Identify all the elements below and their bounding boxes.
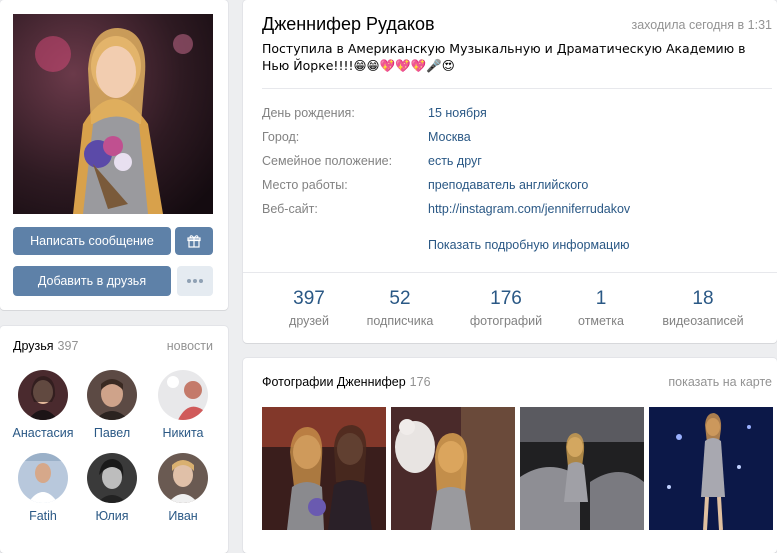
counter-videos[interactable]: 18 видеозаписей xyxy=(653,288,753,328)
show-more-info-link[interactable]: Показать подробную информацию xyxy=(428,238,630,252)
friend-name: Никита xyxy=(162,426,204,440)
photo-thumbnail[interactable] xyxy=(649,407,773,530)
avatar xyxy=(158,453,208,503)
counter-label: фотографий xyxy=(469,314,543,328)
friend-name: Fatih xyxy=(29,509,57,523)
photo-thumbnail[interactable] xyxy=(391,407,515,530)
friend-item[interactable]: Fatih xyxy=(8,453,78,523)
counter-label: друзей xyxy=(289,314,329,328)
photo-thumbnail[interactable] xyxy=(262,407,386,530)
avatar xyxy=(87,453,137,503)
send-message-button[interactable]: Написать сообщение xyxy=(13,227,171,255)
friend-name: Павел xyxy=(93,426,131,440)
send-message-label: Написать сообщение xyxy=(30,234,154,248)
info-label: Место работы: xyxy=(262,178,348,192)
counter-label: отметка xyxy=(578,314,624,328)
page-title: Дженнифер Рудаков xyxy=(262,14,435,34)
add-friend-label: Добавить в друзья xyxy=(37,274,147,288)
photos-header[interactable]: Фотографии Дженнифер 176 xyxy=(262,375,431,389)
info-row-work: Место работы: преподаватель английского xyxy=(262,178,762,196)
friend-name: Юлия xyxy=(95,509,129,523)
info-label: День рождения: xyxy=(262,106,355,120)
counter-number: 18 xyxy=(692,288,714,309)
info-value[interactable]: преподаватель английского xyxy=(428,178,588,192)
avatar xyxy=(87,370,137,420)
info-value[interactable]: http://instagram.com/jenniferrudakov xyxy=(428,202,630,216)
profile-card: Дженнифер Рудаков заходила сегодня в 1:3… xyxy=(243,0,777,343)
counter-friends[interactable]: 397 друзей xyxy=(278,288,340,328)
counter-number: 397 xyxy=(293,288,325,309)
avatar xyxy=(18,453,68,503)
friends-card: Друзья 397 новости Анастасия Павел Никита… xyxy=(0,326,228,553)
friend-item[interactable]: Никита xyxy=(148,370,218,440)
info-label: Город: xyxy=(262,130,300,144)
status-text[interactable]: Поступила в Американскую Музыкальную и Д… xyxy=(262,40,772,74)
friend-item[interactable]: Юлия xyxy=(77,453,147,523)
info-label: Веб-сайт: xyxy=(262,202,318,216)
info-row-website: Веб-сайт: http://instagram.com/jenniferr… xyxy=(262,202,762,220)
friends-title: Друзья xyxy=(13,339,54,353)
divider xyxy=(243,272,777,273)
counter-photos[interactable]: 176 фотографий xyxy=(461,288,551,328)
add-friend-button[interactable]: Добавить в друзья xyxy=(13,266,171,296)
info-value[interactable]: 15 ноября xyxy=(428,106,487,120)
divider xyxy=(262,88,772,89)
info-row-city: Город: Москва xyxy=(262,130,762,148)
avatar xyxy=(158,370,208,420)
counter-label: видеозаписей xyxy=(662,314,744,328)
more-icon xyxy=(187,279,203,283)
avatar xyxy=(18,370,68,420)
friend-item[interactable]: Анастасия xyxy=(8,370,78,440)
counter-number: 176 xyxy=(490,288,522,309)
info-row-birthday: День рождения: 15 ноября xyxy=(262,106,762,124)
profile-photo-image xyxy=(13,14,213,214)
info-label: Семейное положение: xyxy=(262,154,393,168)
info-value[interactable]: Москва xyxy=(428,130,471,144)
gift-icon xyxy=(187,235,201,248)
online-status: заходила сегодня в 1:31 xyxy=(631,18,772,32)
info-value[interactable]: есть друг xyxy=(428,154,482,168)
profile-photo[interactable] xyxy=(13,14,213,214)
counter-number: 52 xyxy=(389,288,411,309)
friends-count: 397 xyxy=(57,339,79,353)
counter-followers[interactable]: 52 подписчика xyxy=(355,288,445,328)
counter-tags[interactable]: 1 отметка xyxy=(569,288,633,328)
show-on-map-link[interactable]: показать на карте xyxy=(668,375,772,389)
friends-news-link[interactable]: новости xyxy=(167,339,213,353)
counter-number: 1 xyxy=(595,288,607,309)
friend-item[interactable]: Иван xyxy=(148,453,218,523)
avatar-card: Написать сообщение Добавить в друзья xyxy=(0,0,228,310)
photos-count: 176 xyxy=(409,375,431,389)
info-row-relationship: Семейное положение: есть друг xyxy=(262,154,762,172)
friend-item[interactable]: Павел xyxy=(77,370,147,440)
photo-thumbnail[interactable] xyxy=(520,407,644,530)
friend-name: Иван xyxy=(168,509,198,523)
photos-title: Фотографии Дженнифер xyxy=(262,375,406,389)
send-gift-button[interactable] xyxy=(175,227,213,255)
friend-name: Анастасия xyxy=(12,426,74,440)
friends-header[interactable]: Друзья 397 xyxy=(13,339,78,353)
more-actions-button[interactable] xyxy=(177,266,213,296)
counter-label: подписчика xyxy=(366,314,434,328)
